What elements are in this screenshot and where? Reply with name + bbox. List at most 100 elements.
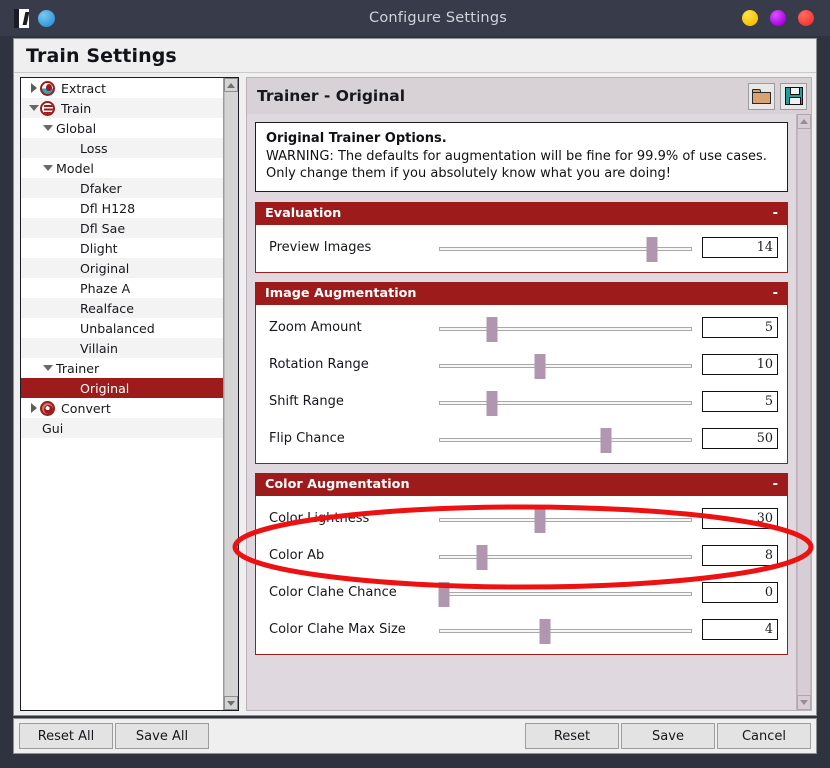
slider-handle[interactable] <box>646 236 658 262</box>
extract-icon <box>40 80 59 96</box>
sidebar-item-label: Global <box>56 120 97 136</box>
slider-handle[interactable] <box>486 316 498 342</box>
value-input-shift-range[interactable]: 5 <box>702 391 778 412</box>
section-header[interactable]: Evaluation - <box>256 203 787 225</box>
minimize-button[interactable] <box>742 10 758 26</box>
slider-track[interactable] <box>439 363 692 368</box>
section-header[interactable]: Image Augmentation - <box>256 283 787 305</box>
sidebar-item-dfl-sae[interactable]: Dfl Sae <box>21 218 223 238</box>
tree-scroll-down-button[interactable] <box>224 696 238 710</box>
panel-scroll-down-button[interactable] <box>797 695 811 710</box>
value-input-zoom-amount[interactable]: 5 <box>702 317 778 338</box>
sidebar-item-dfl-h128[interactable]: Dfl H128 <box>21 198 223 218</box>
slider-handle[interactable] <box>600 427 612 453</box>
slider-preview-images[interactable] <box>439 235 692 262</box>
value-input-color-lightness[interactable]: 30 <box>702 508 778 529</box>
save-button[interactable]: Save <box>621 723 715 749</box>
sidebar-item-dfaker[interactable]: Dfaker <box>21 178 223 198</box>
sidebar-item-villain[interactable]: Villain <box>21 338 223 358</box>
value-input-flip-chance[interactable]: 50 <box>702 428 778 449</box>
section-header[interactable]: Color Augmentation - <box>256 474 787 496</box>
slider-handle[interactable] <box>539 618 551 644</box>
option-row-zoom-amount: Zoom Amount 5 <box>256 309 787 346</box>
sidebar-item-train[interactable]: Train <box>21 98 223 118</box>
slider-track[interactable] <box>439 517 692 522</box>
panel-scroll-up-button[interactable] <box>797 114 811 129</box>
sidebar-item-convert[interactable]: Convert <box>21 398 223 418</box>
sidebar-item-label: Train <box>61 100 92 116</box>
maximize-button[interactable] <box>770 10 786 26</box>
slider-shift-range[interactable] <box>439 389 692 416</box>
tree-scroll-thumb[interactable] <box>224 92 238 696</box>
expander-collapse-icon[interactable] <box>41 365 54 371</box>
option-label: Color Ab <box>269 548 325 563</box>
option-label: Color Lightness <box>269 511 370 526</box>
value-input-preview-images[interactable]: 14 <box>702 237 778 258</box>
sidebar-item-trainer[interactable]: Trainer <box>21 358 223 378</box>
slider-color-lightness[interactable] <box>439 506 692 533</box>
application-window: Configure Settings Train Settings Extrac… <box>0 0 830 768</box>
sidebar-item-label: Dfl H128 <box>80 200 136 216</box>
slider-color-clahe-max-size[interactable] <box>439 617 692 644</box>
expander-collapse-icon[interactable] <box>27 105 40 111</box>
app-glyph-icon <box>14 8 29 28</box>
sidebar-item-loss[interactable]: Loss <box>21 138 223 158</box>
section-collapse-icon[interactable]: - <box>773 287 778 300</box>
cancel-button[interactable]: Cancel <box>717 723 811 749</box>
slider-zoom-amount[interactable] <box>439 315 692 342</box>
sidebar-item-phaze-a[interactable]: Phaze A <box>21 278 223 298</box>
sidebar-item-original[interactable]: Original <box>21 258 223 278</box>
tree-scrollbar[interactable] <box>223 78 238 710</box>
slider-track[interactable] <box>439 326 692 331</box>
slider-handle[interactable] <box>438 581 450 607</box>
value-input-color-ab[interactable]: 8 <box>702 545 778 566</box>
info-heading: Original Trainer Options. <box>266 131 447 146</box>
tree-scroll-up-button[interactable] <box>224 78 238 92</box>
slider-handle[interactable] <box>486 390 498 416</box>
sidebar-item-unbalanced[interactable]: Unbalanced <box>21 318 223 338</box>
slider-handle[interactable] <box>534 507 546 533</box>
slider-handle[interactable] <box>534 353 546 379</box>
sidebar-item-model[interactable]: Model <box>21 158 223 178</box>
sidebar-item-label: Convert <box>61 400 111 416</box>
sidebar-item-dlight[interactable]: Dlight <box>21 238 223 258</box>
sidebar-item-global[interactable]: Global <box>21 118 223 138</box>
slider-handle[interactable] <box>476 544 488 570</box>
slider-color-clahe-chance[interactable] <box>438 580 692 607</box>
slider-track[interactable] <box>439 591 692 596</box>
titlebar-left-icons <box>0 8 134 28</box>
sidebar-item-label: Dlight <box>80 240 118 256</box>
sidebar-item-extract[interactable]: Extract <box>21 78 223 98</box>
value-input-color-clahe-chance[interactable]: 0 <box>702 582 778 603</box>
panel-scroll-trough[interactable] <box>797 129 811 695</box>
slider-track[interactable] <box>439 628 692 633</box>
close-button[interactable] <box>798 10 814 26</box>
sidebar-item-realface[interactable]: Realface <box>21 298 223 318</box>
options-panel: Trainer - Original Original Trainer Opti… <box>246 77 812 711</box>
page-title: Train Settings <box>26 44 177 67</box>
slider-flip-chance[interactable] <box>439 426 692 453</box>
reset-all-button[interactable]: Reset All <box>19 723 113 749</box>
expander-collapse-icon[interactable] <box>41 125 54 131</box>
section-collapse-icon[interactable]: - <box>773 207 778 220</box>
load-settings-button[interactable] <box>748 82 775 110</box>
slider-track[interactable] <box>439 400 692 405</box>
panel-scrollbar[interactable] <box>796 114 811 710</box>
sidebar-item-original[interactable]: Original <box>21 378 223 398</box>
save-all-button[interactable]: Save All <box>115 723 209 749</box>
expander-collapse-icon[interactable] <box>41 165 54 171</box>
expander-expand-icon[interactable] <box>27 83 40 93</box>
slider-rotation-range[interactable] <box>439 352 692 379</box>
expander-expand-icon[interactable] <box>27 403 40 413</box>
slider-color-ab[interactable] <box>439 543 692 570</box>
option-label: Zoom Amount <box>269 320 362 335</box>
slider-track[interactable] <box>439 437 692 442</box>
sidebar-item-label: Realface <box>80 300 134 316</box>
save-settings-button[interactable] <box>780 82 807 110</box>
sidebar-item-gui[interactable]: Gui <box>21 418 223 438</box>
value-input-rotation-range[interactable]: 10 <box>702 354 778 375</box>
reset-button[interactable]: Reset <box>525 723 619 749</box>
value-input-color-clahe-max-size[interactable]: 4 <box>702 619 778 640</box>
section-collapse-icon[interactable]: - <box>773 478 778 491</box>
panel-toolbar: Trainer - Original <box>247 78 811 114</box>
